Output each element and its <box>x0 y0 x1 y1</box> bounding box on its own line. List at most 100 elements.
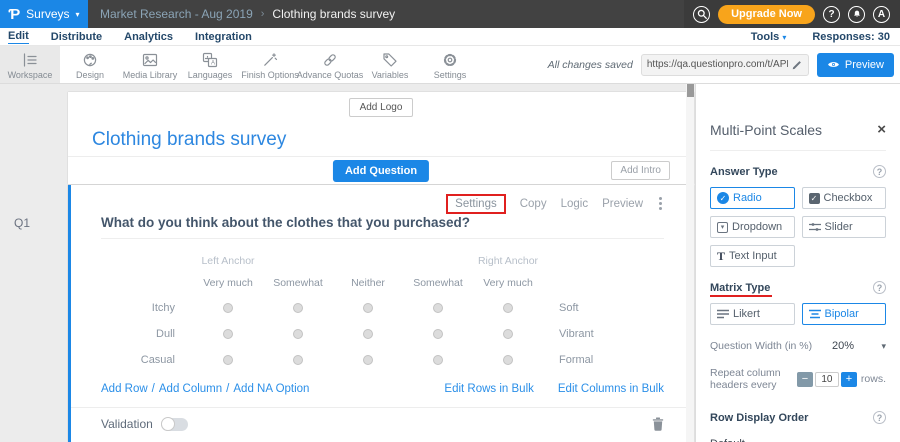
question-action-settings[interactable]: Settings <box>446 194 506 214</box>
tools-menu[interactable]: Tools ▾ <box>751 31 787 43</box>
scrollbar-thumb[interactable] <box>687 84 694 97</box>
toolbar-item-settings[interactable]: Settings <box>420 46 480 83</box>
radio-option[interactable] <box>223 355 233 365</box>
radio-option[interactable] <box>223 329 233 339</box>
question-action-preview[interactable]: Preview <box>602 198 643 210</box>
toolbar-item-workspace[interactable]: Workspace <box>0 46 60 83</box>
toolbar-item-media-library[interactable]: Media Library <box>120 46 180 83</box>
tab-edit[interactable]: Edit <box>8 30 29 44</box>
preview-label: Preview <box>845 59 884 71</box>
edit-rows-bulk-link[interactable]: Edit Rows in Bulk <box>444 383 533 395</box>
checkbox-icon: ✓ <box>809 193 820 204</box>
toolbar-item-label: Design <box>76 70 104 80</box>
answer-type-text-input[interactable]: T Text Input <box>710 245 795 267</box>
top-bar: Ƥ Surveys ▾ Market Research - Aug 2019 ›… <box>0 0 900 28</box>
row-right-label[interactable]: Soft <box>543 302 694 314</box>
slider-icon <box>809 222 821 232</box>
canvas-scrollbar[interactable] <box>686 84 694 442</box>
row-left-label[interactable]: Casual <box>101 354 193 366</box>
repeat-rows-input[interactable] <box>815 372 839 387</box>
answer-type-label: Answer Type <box>710 166 778 178</box>
breadcrumb-folder-link[interactable]: Market Research - Aug 2019 <box>100 7 253 21</box>
avatar[interactable]: A <box>873 6 890 23</box>
add-logo-row: Add Logo <box>68 92 694 117</box>
pencil-icon[interactable] <box>792 59 803 70</box>
radio-option[interactable] <box>293 303 303 313</box>
option-label: Radio <box>733 192 762 204</box>
add-intro-button[interactable]: Add Intro <box>611 161 670 180</box>
radio-option[interactable] <box>363 329 373 339</box>
tab-analytics[interactable]: Analytics <box>124 31 173 43</box>
help-button[interactable]: ? <box>823 6 840 23</box>
answer-type-dropdown[interactable]: ▾ Dropdown <box>710 216 795 238</box>
surveys-menu-button[interactable]: Ƥ Surveys ▾ <box>0 0 88 28</box>
matrix-type-bipolar[interactable]: Bipolar <box>802 303 887 325</box>
close-icon[interactable]: × <box>877 124 886 136</box>
matrix-type-likert[interactable]: Likert <box>710 303 795 325</box>
plus-button[interactable]: + <box>841 372 857 387</box>
validation-toggle[interactable] <box>161 418 188 431</box>
radio-option[interactable] <box>433 355 443 365</box>
toolbar-item-label: Advance Quotas <box>297 70 364 80</box>
search-button[interactable] <box>693 6 710 23</box>
delete-question-button[interactable] <box>652 417 664 431</box>
radio-option[interactable] <box>433 329 443 339</box>
tab-distribute[interactable]: Distribute <box>51 31 102 43</box>
add-column-link[interactable]: Add Column <box>159 383 222 395</box>
radio-option[interactable] <box>433 303 443 313</box>
add-logo-button[interactable]: Add Logo <box>349 98 414 117</box>
upgrade-now-button[interactable]: Upgrade Now <box>718 5 815 24</box>
row-left-label[interactable]: Itchy <box>101 302 193 314</box>
toolbar-item-design[interactable]: Design <box>60 46 120 83</box>
chevron-down-icon[interactable]: ▾ <box>881 341 886 352</box>
answer-type-radio[interactable]: ✓ Radio <box>710 187 795 209</box>
help-icon[interactable]: ? <box>873 281 886 294</box>
radio-option[interactable] <box>503 329 513 339</box>
question-width-value[interactable]: 20% <box>832 340 854 352</box>
toolbar-item-advance-quotas[interactable]: Advance Quotas <box>300 46 360 83</box>
radio-option[interactable] <box>503 303 513 313</box>
row-left-label[interactable]: Dull <box>101 328 193 340</box>
radio-option[interactable] <box>223 303 233 313</box>
bell-icon <box>852 9 862 19</box>
tab-integration[interactable]: Integration <box>195 31 252 43</box>
radio-option[interactable] <box>293 355 303 365</box>
notifications-button[interactable] <box>848 6 865 23</box>
matrix-row-itchy-soft: Itchy Soft <box>101 295 694 321</box>
survey-url-field[interactable]: https://qa.questionpro.com/t/APNrFZfQ <box>641 54 809 76</box>
toolbar-item-finish-options[interactable]: Finish Options <box>240 46 300 83</box>
radio-option[interactable] <box>503 355 513 365</box>
answer-type-checkbox[interactable]: ✓ Checkbox <box>802 187 887 209</box>
breadcrumb-separator: › <box>261 8 265 20</box>
add-question-button[interactable]: Add Question <box>333 160 429 182</box>
toolbar-item-label: Languages <box>188 70 233 80</box>
help-icon[interactable]: ? <box>873 411 886 424</box>
help-icon[interactable]: ? <box>873 165 886 178</box>
row-display-order-select[interactable]: Default ▾ <box>710 438 848 442</box>
radio-option[interactable] <box>293 329 303 339</box>
responses-count-link[interactable]: Responses: 30 <box>812 31 890 43</box>
likert-icon <box>717 309 729 319</box>
question-action-copy[interactable]: Copy <box>520 198 547 210</box>
toolbar-item-languages[interactable]: A Languages <box>180 46 240 83</box>
radio-option[interactable] <box>363 355 373 365</box>
add-na-option-link[interactable]: Add NA Option <box>233 383 309 395</box>
row-right-label[interactable]: Vibrant <box>543 328 694 340</box>
minus-button[interactable]: − <box>797 372 813 387</box>
question-text[interactable]: What do you think about the clothes that… <box>101 215 664 230</box>
toolbar-item-variables[interactable]: Variables <box>360 46 420 83</box>
edit-columns-bulk-link[interactable]: Edit Columns in Bulk <box>558 383 664 395</box>
add-row-link[interactable]: Add Row <box>101 383 148 395</box>
question-action-logic[interactable]: Logic <box>561 198 589 210</box>
row-right-label[interactable]: Formal <box>543 354 694 366</box>
radio-option[interactable] <box>363 303 373 313</box>
preview-button[interactable]: Preview <box>817 53 894 77</box>
surveys-menu-label: Surveys <box>26 7 69 21</box>
text-input-icon: T <box>717 249 725 264</box>
answer-type-slider[interactable]: Slider <box>802 216 887 238</box>
bulk-edit-links: Edit Rows in Bulk Edit Columns in Bulk <box>444 383 664 395</box>
survey-title[interactable]: Clothing brands survey <box>68 117 694 151</box>
breadcrumb-current-survey: Clothing brands survey <box>272 7 395 21</box>
chevron-down-icon: ▾ <box>843 439 848 442</box>
question-more-menu[interactable] <box>657 195 664 212</box>
